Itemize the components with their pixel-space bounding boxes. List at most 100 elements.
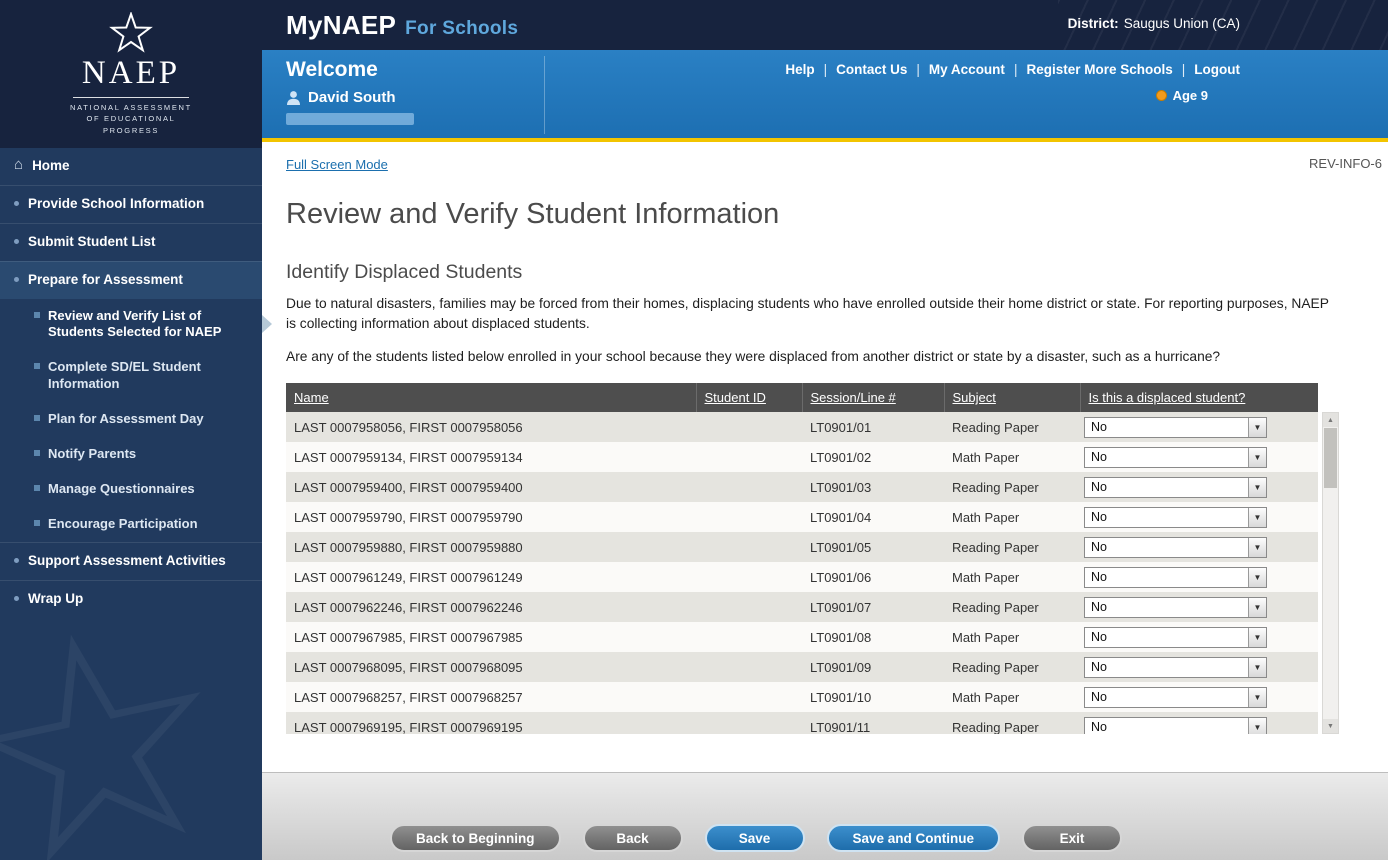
age-badge[interactable]: Age 9 [1156, 88, 1208, 103]
subject-cell: Math Paper [944, 622, 1080, 652]
welcome-band: Welcome David South Help| Contact Us| My… [262, 50, 1388, 138]
session-line-cell: LT0901/10 [802, 682, 944, 712]
student-table-zone: Name Student ID Session/Line # Subject I… [286, 383, 1364, 734]
sidebar-item-support-assessment-activities[interactable]: Support Assessment Activities [0, 542, 262, 580]
displaced-student-select[interactable]: No ▼ [1084, 507, 1267, 528]
displaced-student-select[interactable]: No ▼ [1084, 447, 1267, 468]
welcome-title: Welcome [286, 58, 414, 82]
subject-cell: Reading Paper [944, 412, 1080, 442]
square-bullet-icon [34, 485, 40, 491]
displaced-cell: No ▼ [1080, 502, 1318, 532]
sidebar-item-provide-school-information[interactable]: Provide School Information [0, 185, 262, 223]
square-bullet-icon [34, 450, 40, 456]
sidebar-item-review-and-verify-list[interactable]: Review and Verify List of Students Selec… [0, 299, 262, 351]
sidebar-item-encourage-participation[interactable]: Encourage Participation [0, 507, 262, 542]
session-line-cell: LT0901/04 [802, 502, 944, 532]
subject-cell: Math Paper [944, 442, 1080, 472]
user-icon [286, 90, 301, 106]
sort-student-id-link[interactable]: Student ID [705, 390, 766, 405]
subject-cell: Math Paper [944, 682, 1080, 712]
sort-displaced-link[interactable]: Is this a displaced student? [1089, 390, 1246, 405]
sidebar-item-label: Provide School Information [28, 196, 204, 213]
displaced-student-select[interactable]: No ▼ [1084, 657, 1267, 678]
nav-help[interactable]: Help [785, 62, 814, 77]
sidebar-item-label: Support Assessment Activities [28, 553, 226, 570]
save-and-continue-button[interactable]: Save and Continue [827, 824, 1001, 852]
bullet-icon [14, 558, 19, 563]
column-header-subject: Subject [944, 383, 1080, 412]
bullet-icon [14, 201, 19, 206]
session-line-cell: LT0901/09 [802, 652, 944, 682]
sidebar-item-label: Plan for Assessment Day [48, 411, 204, 428]
nav-register-more-schools[interactable]: Register More Schools [1026, 62, 1172, 77]
displaced-select-value: No [1085, 690, 1248, 704]
subject-cell: Reading Paper [944, 472, 1080, 502]
session-line-cell: LT0901/06 [802, 562, 944, 592]
chevron-down-icon: ▼ [1248, 568, 1266, 587]
nav-my-account[interactable]: My Account [929, 62, 1005, 77]
nav-contact-us[interactable]: Contact Us [836, 62, 907, 77]
sidebar-item-submit-student-list[interactable]: Submit Student List [0, 223, 262, 261]
displaced-student-select[interactable]: No ▼ [1084, 417, 1267, 438]
table-scrollbar[interactable]: ▲ ▼ [1322, 412, 1339, 734]
displaced-student-select[interactable]: No ▼ [1084, 687, 1267, 708]
subject-cell: Reading Paper [944, 592, 1080, 622]
bullet-icon [14, 239, 19, 244]
back-to-beginning-button[interactable]: Back to Beginning [390, 824, 561, 852]
chevron-down-icon: ▼ [1248, 628, 1266, 647]
district-value: Saugus Union (CA) [1124, 16, 1240, 31]
scroll-up-icon[interactable]: ▲ [1323, 413, 1338, 427]
sidebar-item-home[interactable]: ⌂ Home [0, 148, 262, 185]
sort-name-link[interactable]: Name [294, 390, 329, 405]
divider [544, 56, 545, 134]
subject-cell: Math Paper [944, 562, 1080, 592]
displaced-student-select[interactable]: No ▼ [1084, 537, 1267, 558]
nav-logout[interactable]: Logout [1194, 62, 1240, 77]
sort-subject-link[interactable]: Subject [953, 390, 996, 405]
column-header-displaced: Is this a displaced student? [1080, 383, 1318, 412]
sidebar-item-prepare-for-assessment[interactable]: Prepare for Assessment [0, 261, 262, 299]
header-nav: Help| Contact Us| My Account| Register M… [785, 62, 1240, 77]
full-screen-mode-link[interactable]: Full Screen Mode [286, 157, 388, 172]
sidebar-item-plan-for-assessment-day[interactable]: Plan for Assessment Day [0, 402, 262, 437]
session-line-cell: LT0901/05 [802, 532, 944, 562]
displaced-student-select[interactable]: No ▼ [1084, 567, 1267, 588]
table-header-row: Name Student ID Session/Line # Subject I… [286, 383, 1318, 412]
displaced-student-select[interactable]: No ▼ [1084, 477, 1267, 498]
sidebar-item-wrap-up[interactable]: Wrap Up [0, 580, 262, 618]
column-header-name: Name [286, 383, 696, 412]
sidebar-item-notify-parents[interactable]: Notify Parents [0, 437, 262, 472]
scroll-down-icon[interactable]: ▼ [1323, 719, 1338, 733]
sidebar-item-complete-sd-el-information[interactable]: Complete SD/EL Student Information [0, 350, 262, 402]
user-name: David South [308, 89, 396, 106]
displaced-student-select[interactable]: No ▼ [1084, 597, 1267, 618]
subject-cell: Reading Paper [944, 532, 1080, 562]
question-text: Are any of the students listed below enr… [286, 347, 1331, 367]
scrollbar-thumb[interactable] [1324, 428, 1337, 488]
sort-session-line-link[interactable]: Session/Line # [811, 390, 896, 405]
displaced-student-select[interactable]: No ▼ [1084, 717, 1267, 735]
displaced-student-select[interactable]: No ▼ [1084, 627, 1267, 648]
student-id-cell [696, 622, 802, 652]
column-header-session-line: Session/Line # [802, 383, 944, 412]
table-row: LAST 0007959400, FIRST 0007959400 LT0901… [286, 472, 1318, 502]
save-button[interactable]: Save [705, 824, 805, 852]
logo-acronym: NAEP [82, 57, 180, 90]
chevron-down-icon: ▼ [1248, 538, 1266, 557]
student-name-cell: LAST 0007958056, FIRST 0007958056 [286, 412, 696, 442]
displaced-select-value: No [1085, 630, 1248, 644]
sidebar-item-label: Submit Student List [28, 234, 156, 251]
square-bullet-icon [34, 520, 40, 526]
table-row: LAST 0007958056, FIRST 0007958056 LT0901… [286, 412, 1318, 442]
sidebar-item-label: Notify Parents [48, 446, 136, 463]
app-title: MyNAEPFor Schools [286, 10, 518, 41]
sidebar-item-manage-questionnaires[interactable]: Manage Questionnaires [0, 472, 262, 507]
exit-button[interactable]: Exit [1022, 824, 1122, 852]
displaced-select-value: No [1085, 480, 1248, 494]
intro-text: Due to natural disasters, families may b… [286, 294, 1331, 334]
home-icon: ⌂ [14, 158, 23, 172]
table-row: LAST 0007968257, FIRST 0007968257 LT0901… [286, 682, 1318, 712]
table-row: LAST 0007959880, FIRST 0007959880 LT0901… [286, 532, 1318, 562]
table-row: LAST 0007959134, FIRST 0007959134 LT0901… [286, 442, 1318, 472]
back-button[interactable]: Back [583, 824, 683, 852]
